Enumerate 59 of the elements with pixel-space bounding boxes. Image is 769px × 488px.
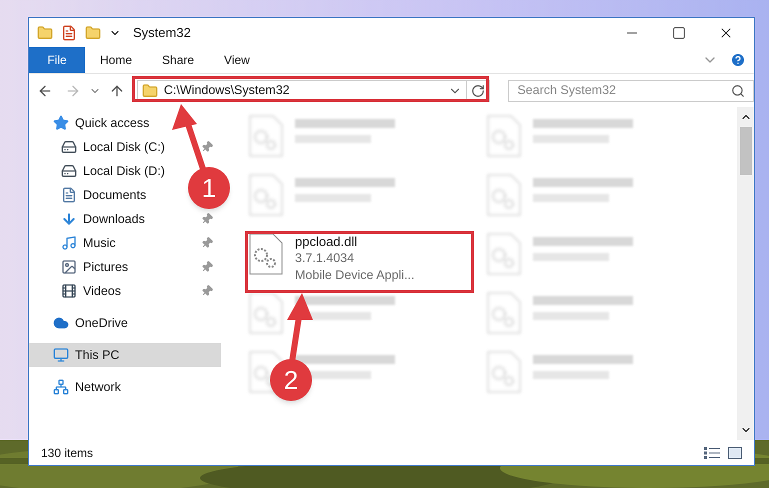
sidebar-label: Music <box>83 234 116 252</box>
file-gear-icon <box>249 292 283 334</box>
sidebar-item[interactable]: Pictures <box>29 255 221 279</box>
cloud-icon <box>53 315 69 331</box>
sidebar-label: Downloads <box>83 210 145 228</box>
refresh-icon[interactable] <box>471 84 486 98</box>
sidebar-item[interactable]: Quick access <box>29 111 164 135</box>
film-icon <box>61 283 77 299</box>
back-icon[interactable] <box>37 82 53 98</box>
ribbon-tab[interactable]: Share <box>147 47 210 73</box>
help-icon[interactable] <box>730 52 746 68</box>
document-icon <box>61 187 77 203</box>
window-title: System32 <box>133 24 191 42</box>
music-note-icon <box>61 235 77 251</box>
sidebar-item[interactable]: Downloads <box>29 207 221 231</box>
sidebar-label: Network <box>75 378 121 396</box>
sidebar-item[interactable]: Local Disk (D:) <box>29 159 179 183</box>
network-icon <box>53 379 69 395</box>
download-icon <box>61 211 77 227</box>
search-icon <box>730 84 745 98</box>
scroll-thumb[interactable] <box>740 127 752 175</box>
file-item[interactable]: ppcload.dll 3.7.1.4034 Mobile Device Appli... <box>247 231 415 284</box>
ribbon-tab[interactable]: Home <box>85 47 148 73</box>
maximize-icon[interactable] <box>672 26 686 40</box>
sidebar-label: OneDrive <box>75 314 128 332</box>
ribbon-tab[interactable]: View <box>209 47 265 73</box>
drive-icon <box>61 163 77 179</box>
sidebar-label: Quick access <box>75 114 150 132</box>
sidebar-label: Pictures <box>83 258 128 276</box>
picture-icon <box>61 259 77 275</box>
sidebar-label: Local Disk (D:) <box>83 162 165 180</box>
file-tab[interactable]: File <box>29 47 85 73</box>
star-icon <box>53 115 69 131</box>
folder-icon <box>142 82 158 98</box>
sidebar-item[interactable]: Videos <box>29 279 221 303</box>
search-input[interactable]: Search System32 <box>517 81 731 100</box>
details-view-icon[interactable] <box>704 446 720 458</box>
sidebar-item[interactable]: Documents <box>29 183 160 207</box>
monitor-icon <box>53 347 69 363</box>
thumbnail-view-icon[interactable] <box>728 446 742 458</box>
file-detail: Mobile Device Appli... <box>295 267 415 284</box>
scrollbar[interactable] <box>737 107 754 440</box>
sidebar-item[interactable]: OneDrive <box>29 311 142 335</box>
sidebar-label: Videos <box>83 282 121 300</box>
sidebar-item[interactable]: Network <box>29 375 135 399</box>
up-icon[interactable] <box>108 82 125 98</box>
search-field[interactable]: Search System32 <box>508 80 754 102</box>
sidebar-item[interactable]: Local Disk (C:) <box>29 135 221 159</box>
sidebar-label: Documents <box>83 186 146 204</box>
sidebar-item[interactable]: This PC <box>29 343 221 367</box>
sidebar-item[interactable]: Music <box>29 231 221 255</box>
address-path: C:\Windows\System32 <box>164 82 290 100</box>
file-gear-icon <box>249 233 283 275</box>
item-count: 130 items <box>41 444 94 462</box>
file-detail: 3.7.1.4034 <box>295 250 356 267</box>
file-name: ppcload.dll <box>295 233 358 250</box>
sidebar-label: This PC <box>75 346 120 364</box>
drive-icon <box>61 139 77 155</box>
sidebar-label: Local Disk (C:) <box>83 138 165 156</box>
